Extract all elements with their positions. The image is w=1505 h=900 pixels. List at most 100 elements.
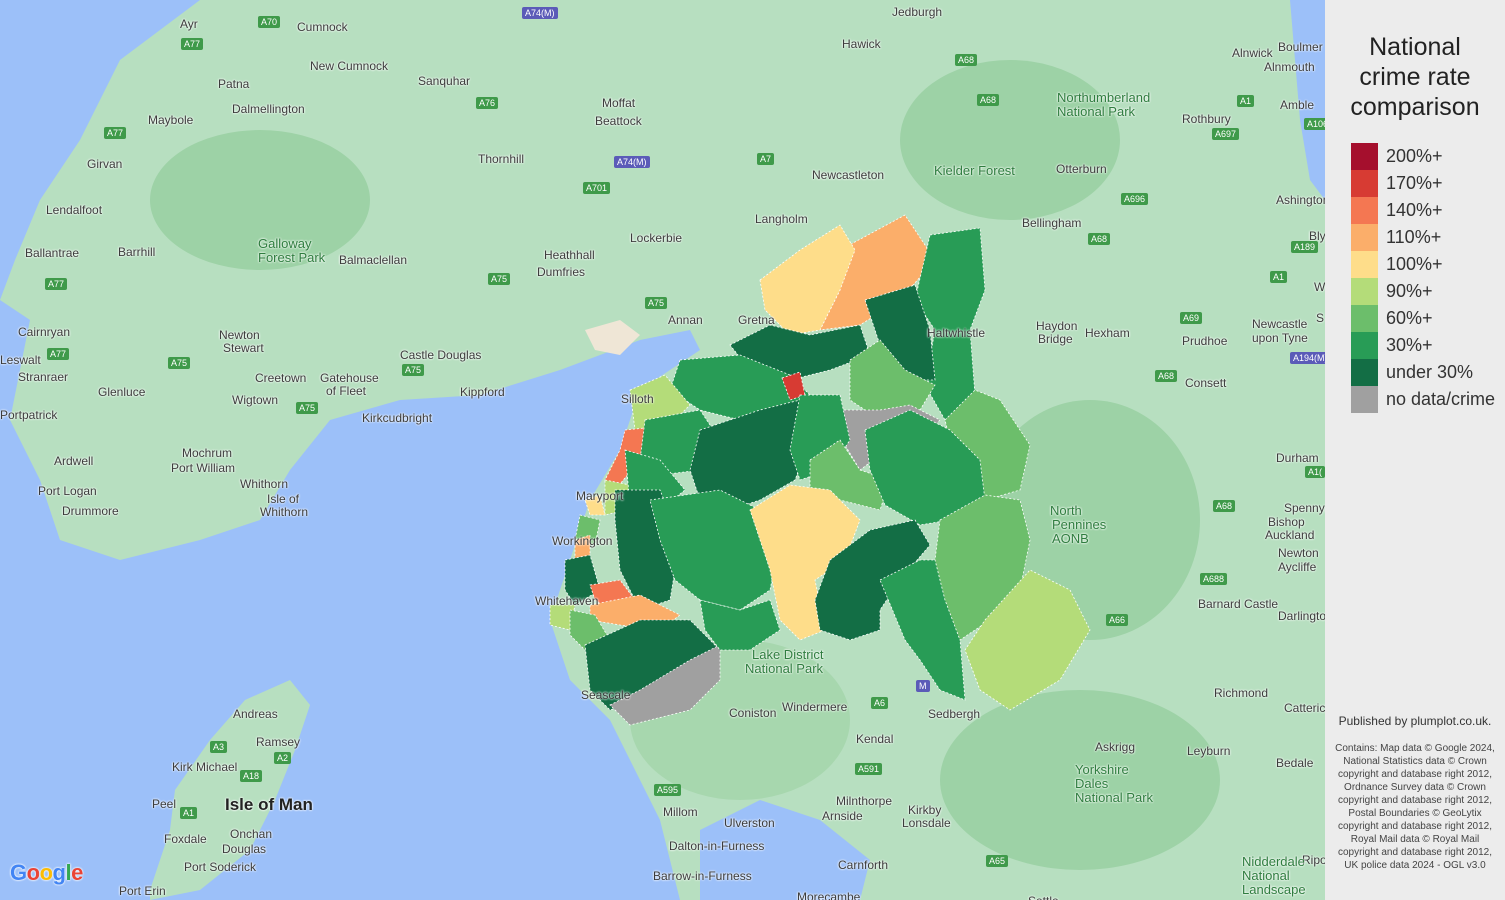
legend-panel: National crime rate comparison 200%+ 170%…: [1325, 0, 1505, 900]
island-label: Isle of Man: [225, 795, 313, 814]
road-shield: A74(M): [522, 7, 558, 19]
place-label: Alnwick: [1232, 46, 1273, 60]
place-label: Aycliffe: [1278, 560, 1317, 574]
road-shield: A76: [476, 97, 499, 109]
legend-label: 30%+: [1386, 335, 1433, 355]
place-label: Dalmellington: [232, 102, 305, 116]
place-label: Kendal: [856, 732, 894, 746]
place-label: Lonsdale: [902, 816, 951, 830]
place-label: Ashington: [1276, 193, 1325, 207]
place-label: Gretna: [738, 313, 775, 327]
legend-swatch: [1351, 143, 1378, 170]
legend-swatch: [1351, 170, 1378, 197]
legend-label: under 30%: [1386, 362, 1474, 382]
legend-title-line: comparison: [1350, 93, 1480, 121]
legend-label: 100%+: [1386, 254, 1443, 274]
place-label: Hawick: [842, 37, 881, 51]
place-label: Morecambe: [797, 890, 861, 900]
place-label: Ayr: [180, 17, 198, 31]
place-label: Creetown: [255, 371, 307, 385]
place-label: Wigtown: [232, 393, 279, 407]
legend-title-line: crime rate: [1359, 63, 1471, 91]
road-shield: A70: [258, 16, 281, 28]
road-shield: A701: [583, 182, 611, 194]
place-label: Catterick: [1284, 701, 1325, 715]
road-shield: A189: [1291, 241, 1319, 253]
legend-item: 110%+: [1351, 224, 1441, 251]
place-label: Patna: [218, 77, 250, 91]
place-label: Barrow-in-Furness: [653, 869, 752, 883]
place-label: Leyburn: [1187, 744, 1231, 758]
legend-swatch: [1351, 251, 1378, 278]
place-label: Lockerbie: [630, 231, 683, 245]
place-label: Newcastleton: [812, 168, 885, 182]
place-label: Darlington: [1278, 609, 1325, 623]
road-shield: A77: [181, 38, 204, 50]
legend-item: no data/crime: [1351, 386, 1495, 413]
place-label: Foxdale: [164, 832, 207, 846]
road-shield: A75: [645, 297, 668, 309]
place-label: Port William: [171, 461, 236, 475]
place-label: Bridge: [1038, 332, 1073, 346]
place-label: Maybole: [148, 113, 194, 127]
place-label: Haydon: [1036, 319, 1078, 333]
road-shield: A75: [488, 273, 511, 285]
legend-label: 140%+: [1386, 200, 1443, 220]
road-shield: A65: [986, 855, 1009, 867]
place-label: Jedburgh: [892, 5, 943, 19]
place-label: Durham: [1276, 451, 1319, 465]
place-label: Millom: [663, 805, 698, 819]
place-label: Ulverston: [724, 816, 775, 830]
attribution-text: Contains: Map data © Google 2024, Nation…: [1335, 743, 1495, 871]
park-label: Dales: [1075, 776, 1109, 791]
place-label: Richmond: [1214, 686, 1269, 700]
place-label: Leswalt: [0, 353, 41, 367]
place-label: Cumnock: [297, 20, 348, 34]
road-shield: A6: [871, 697, 889, 709]
legend-item: 100%+: [1351, 251, 1443, 278]
place-label: Maryport: [576, 489, 624, 503]
place-label: Boulmer: [1278, 40, 1323, 54]
place-label: Thornhill: [478, 152, 525, 166]
place-label: Arnside: [822, 809, 863, 823]
legend-item: 30%+: [1351, 332, 1433, 359]
legend-item: under 30%: [1351, 359, 1473, 386]
place-label: Girvan: [87, 157, 123, 171]
legend-swatch: [1351, 305, 1378, 332]
place-label: Douglas: [222, 842, 267, 856]
place-label: Andreas: [233, 707, 278, 721]
place-label: Glenluce: [98, 385, 146, 399]
place-label: Whithorn: [260, 505, 309, 519]
google-logo: Google: [10, 860, 83, 885]
place-label: S: [1316, 311, 1325, 325]
place-label: Ballantrae: [25, 246, 80, 260]
place-label: Moffat: [602, 96, 636, 110]
road-shield: A2: [274, 752, 292, 764]
place-label: Port Logan: [38, 484, 97, 498]
road-shield: A194(M): [1290, 352, 1325, 364]
place-label: Ripo: [1302, 853, 1325, 867]
place-label: Gatehouse: [320, 371, 379, 385]
place-label: Heathhall: [544, 248, 595, 262]
place-label: Port Soderick: [184, 860, 257, 874]
place-label: Newton: [1278, 546, 1319, 560]
place-label: Bedale: [1276, 756, 1314, 770]
place-label: Mochrum: [182, 446, 233, 460]
road-shield: A75: [168, 357, 191, 369]
legend-swatch: [1351, 332, 1378, 359]
park-label: North: [1050, 503, 1082, 518]
road-shield: A68: [955, 54, 978, 66]
place-label: Stranraer: [18, 370, 69, 384]
place-label: Kirkby: [908, 803, 942, 817]
place-label: Bellingham: [1022, 216, 1082, 230]
road-shield: A696: [1121, 193, 1149, 205]
map-area[interactable]: Ayr Cumnock Jedburgh Alnwick Boulmer Alnmouth…: [0, 0, 1325, 900]
legend-label: 110%+: [1386, 227, 1442, 247]
place-label: Whitehaven: [535, 594, 599, 608]
road-shield: A68: [1088, 233, 1111, 245]
legend-title: National crime rate comparison: [1325, 32, 1505, 122]
road-shield: A75: [296, 402, 319, 414]
road-shield: A697: [1212, 128, 1240, 140]
road-shield: A68: [977, 94, 1000, 106]
park-label: Lake District: [752, 647, 824, 662]
